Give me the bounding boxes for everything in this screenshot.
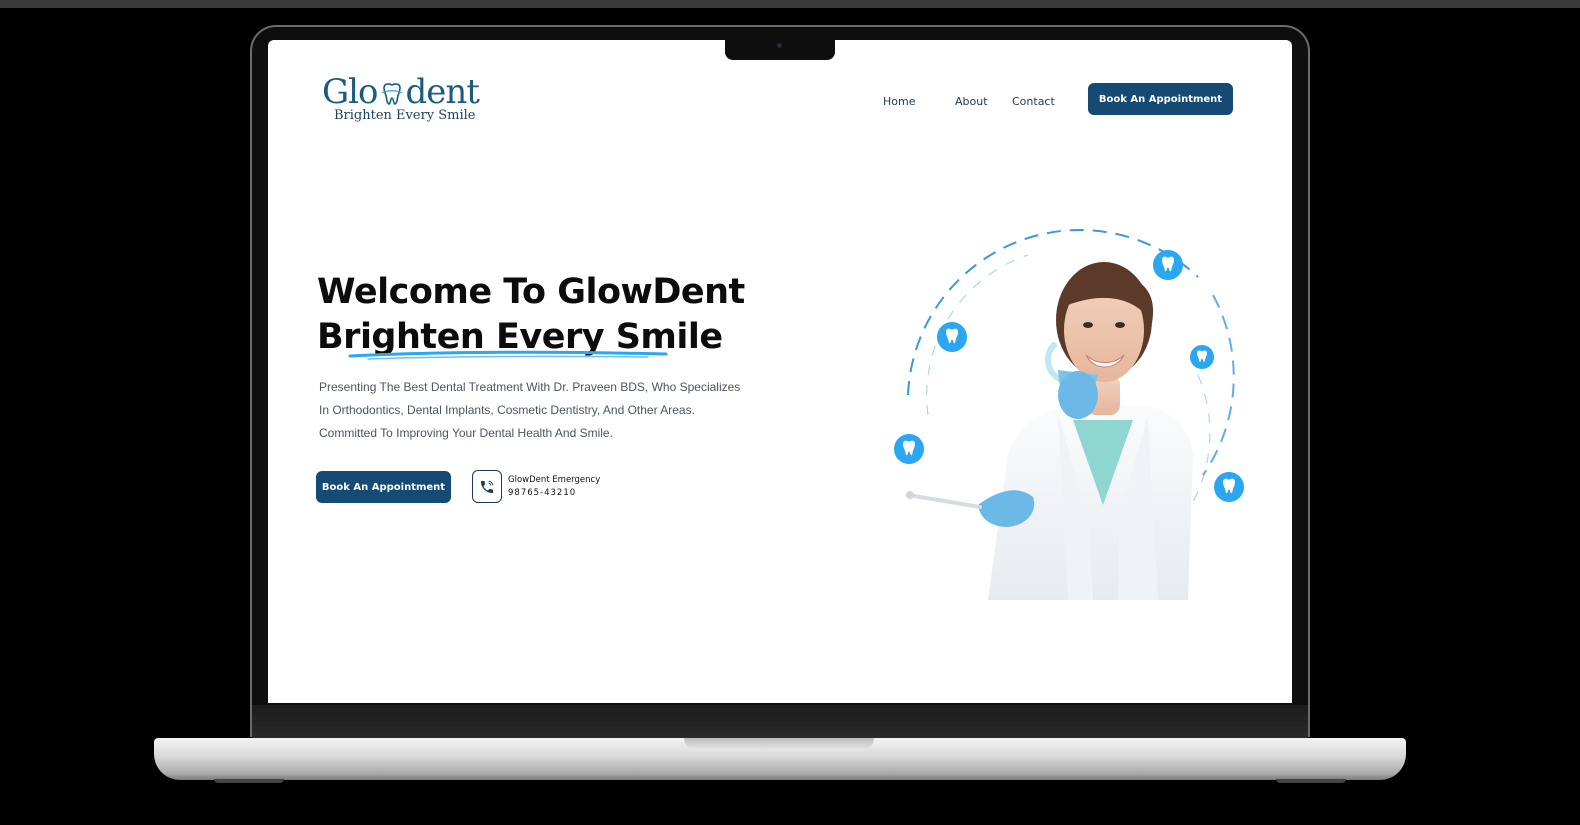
nav-home[interactable]: Home [883,95,915,108]
emergency-text: GlowDent Emergency 98765-43210 [508,474,600,500]
tooth-badge-icon [937,322,967,352]
hero-title-line1: Welcome To GlowDent [317,272,745,312]
laptop-foot [214,779,284,783]
camera-notch [725,40,835,60]
laptop-chin [252,705,1308,738]
tooth-badge-icon [1214,472,1244,502]
emergency-number: 98765-43210 [508,487,577,498]
doctor-figure [906,262,1193,600]
phone-icon [472,470,502,503]
nav-about[interactable]: About [955,95,988,108]
tooth-badge-icon [894,434,924,464]
website-screen: Glo dent Brighten Every Smile Home About… [268,40,1292,703]
tooth-badge-icon [1190,345,1214,369]
tooth-icon [381,83,402,105]
hero-description: Presenting The Best Dental Treatment Wit… [319,376,759,445]
window-top-bar [0,0,1580,8]
laptop-base [154,738,1406,783]
logo[interactable]: Glo dent Brighten Every Smile [322,74,482,126]
hero-illustration [894,229,1244,600]
logo-wordmark: Glo dent [322,74,482,110]
hero-desc-line: Presenting The Best Dental Treatment Wit… [319,380,741,394]
logo-wordmark-start: Glo [322,72,379,112]
emergency-label: GlowDent Emergency [508,474,601,485]
header-book-appointment-button[interactable]: Book An Appointment [1088,83,1233,115]
hero-desc-line: In Orthodontics, Dental Implants, Cosmet… [319,403,695,417]
nav-contact[interactable]: Contact [1012,95,1055,108]
emergency-contact[interactable]: GlowDent Emergency 98765-43210 [472,470,600,503]
hero-title: Welcome To GlowDent Brighten Every Smile [317,270,745,360]
camera-icon [777,43,782,48]
hero-book-appointment-button[interactable]: Book An Appointment [316,471,451,503]
logo-wordmark-end: dent [405,72,480,112]
laptop-base-notch [684,738,874,750]
tooth-badge-icon [1153,250,1183,280]
laptop-foot [1276,779,1346,783]
brush-underline [348,350,668,360]
hero-desc-line: Committed To Improving Your Dental Healt… [319,426,613,440]
logo-tagline: Brighten Every Smile [334,108,476,123]
